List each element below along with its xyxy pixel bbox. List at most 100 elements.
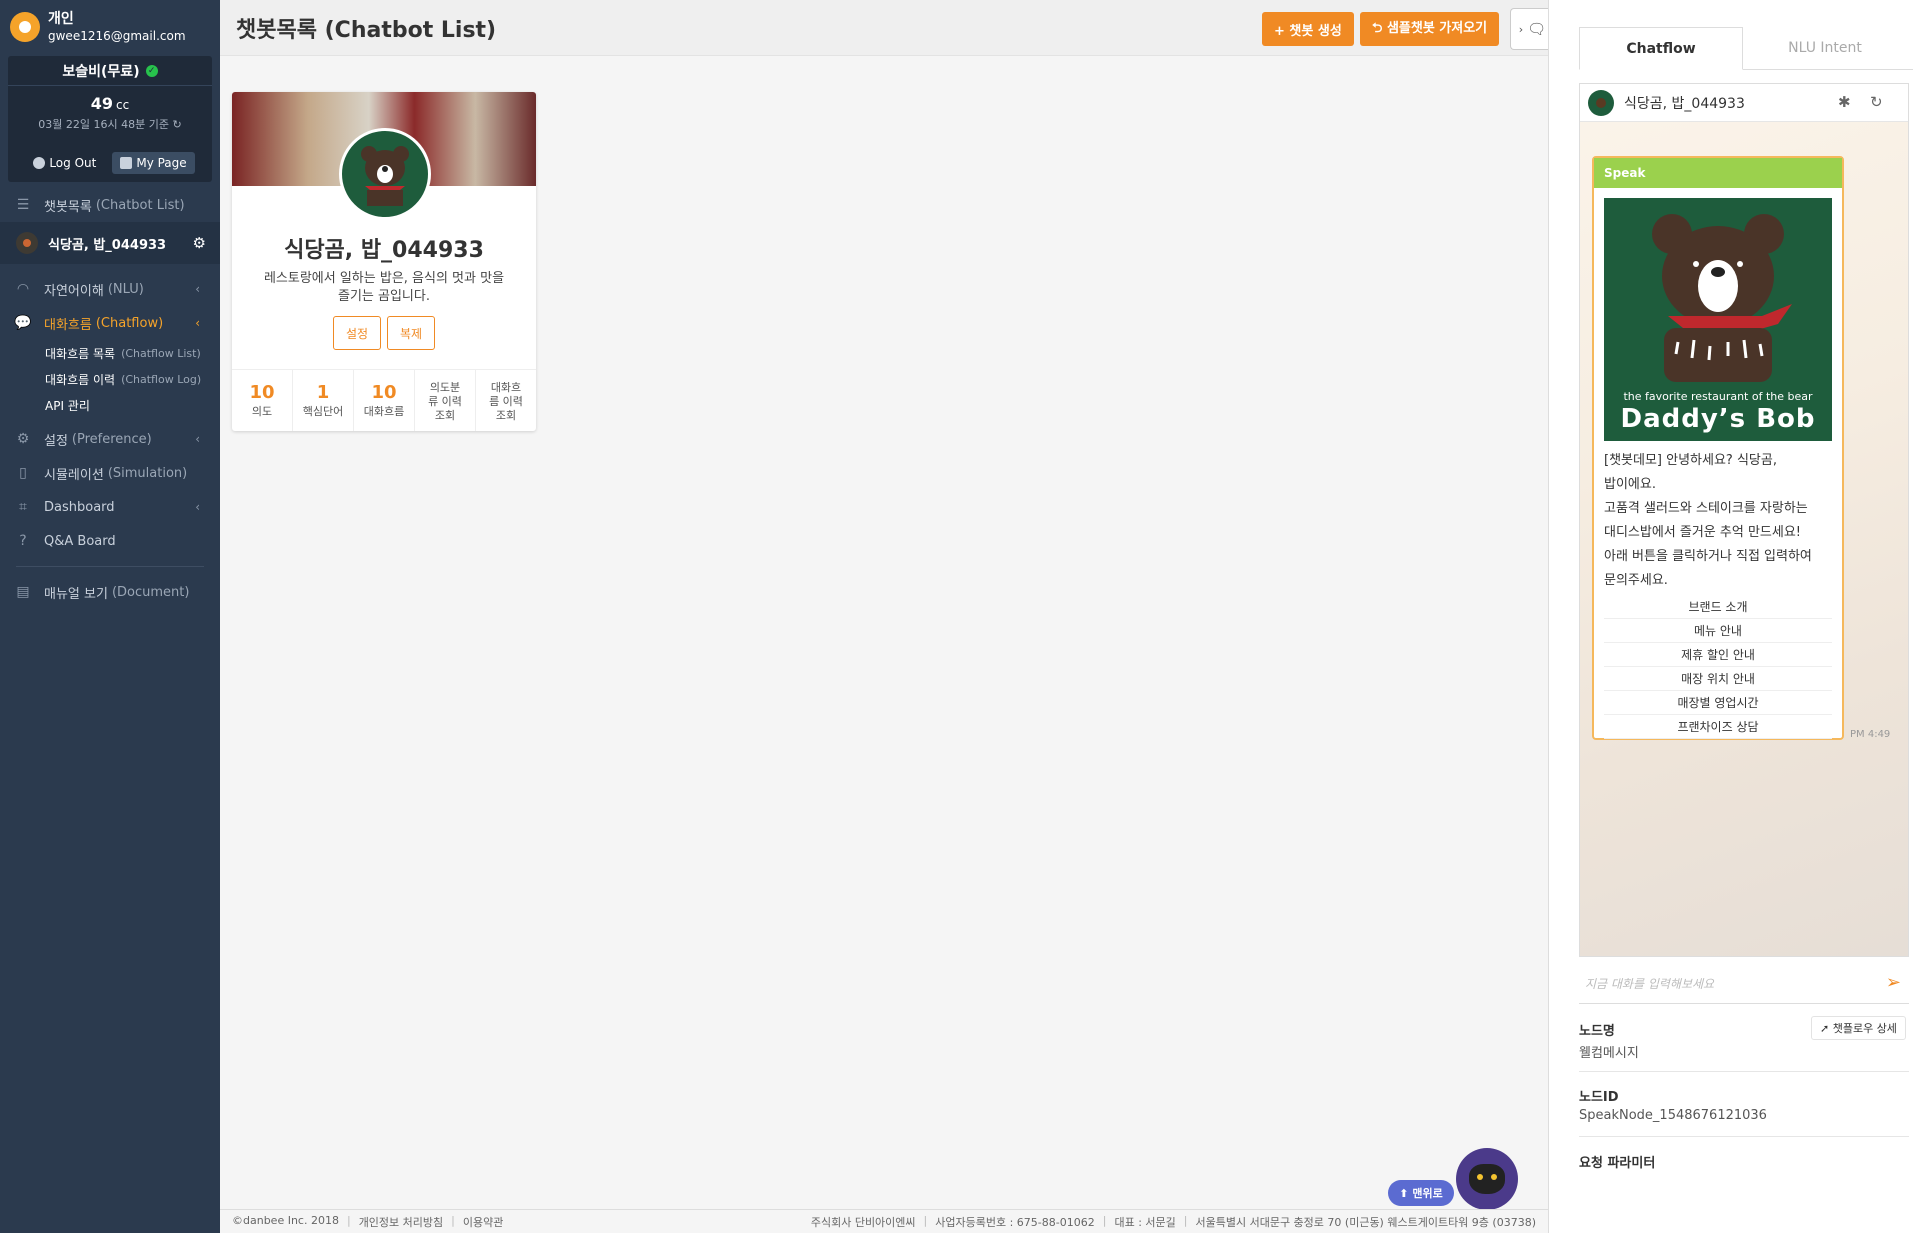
footer-biz-no: 사업자등록번호 : 675-88-01062	[935, 1215, 1095, 1229]
quick-replies: 브랜드 소개 메뉴 안내 제휴 할인 안내 매장 위치 안내 매장별 영업시간 …	[1604, 595, 1832, 739]
chat-icon: 🗨	[1527, 20, 1547, 38]
speak-label: Speak	[1594, 158, 1842, 188]
sidebar-item-current-bot[interactable]: 식당곰, 밥_044933 ⚙	[0, 222, 220, 264]
image-caption-small: the favorite restaurant of the bear	[1623, 390, 1813, 403]
footer: ©danbee Inc. 2018 | 개인정보 처리방침 | 이용약관 주식회사 …	[220, 1209, 1548, 1233]
node-id-label: 노드ID	[1579, 1090, 1619, 1105]
chat-bot-name: 식당곰, 밥_044933	[1624, 95, 1745, 112]
question-icon: ?	[19, 533, 27, 549]
chat-window: 식당곰, 밥_044933 ✱ ↻ Speak the favorite res…	[1579, 83, 1909, 957]
welcome-message: [챗봇데모] 안녕하세요? 식당곰, 밥이에요. 고품격 샐러드와 스테이크를 …	[1604, 453, 1812, 588]
sidebar-item-dashboard[interactable]: ⌗ Dashboard ‹	[0, 490, 220, 524]
sidebar-item-chatbot-list[interactable]: ☰ 챗봇목록 (Chatbot List)	[0, 188, 220, 222]
stat-chatflow[interactable]: 10 대화흐름	[354, 370, 415, 431]
danbee-logo-icon	[10, 12, 40, 42]
tab-nlu-intent[interactable]: NLU Intent	[1743, 27, 1907, 69]
info-divider	[1579, 1136, 1909, 1137]
bear-avatar	[339, 128, 431, 220]
page-title: 챗봇목록 (Chatbot List)	[236, 17, 497, 43]
chevron-down-icon: ‹	[195, 316, 200, 330]
card-settings-button[interactable]: 설정	[333, 316, 381, 350]
credit-info: 49 cc 03월 22일 16시 48분 기준 ↻	[8, 86, 212, 146]
cat-icon	[1469, 1164, 1505, 1194]
bot-avatar	[1588, 89, 1614, 116]
footer-privacy-link[interactable]: 개인정보 처리방침	[359, 1214, 443, 1230]
plan-label: 보슬비(무료)	[62, 63, 140, 80]
tab-chatflow[interactable]: Chatflow	[1579, 27, 1743, 70]
mypage-icon	[120, 157, 133, 169]
stat-intent[interactable]: 10 의도	[232, 370, 293, 431]
stat-intent-log[interactable]: 의도분류 이력조회	[415, 370, 476, 431]
sidebar-item-preference[interactable]: ⚙ 설정 (Preference) ‹	[0, 422, 220, 456]
chevron-right-icon: ›	[1518, 22, 1524, 36]
profile-header: 개인 gwee1216@gmail.com	[0, 0, 220, 54]
node-name-label: 노드명	[1579, 1024, 1615, 1039]
sidebar-subitem-api[interactable]: API 관리	[0, 392, 220, 418]
sidebar: 개인 gwee1216@gmail.com 보슬비(무료) ✓ 49 cc 03월…	[0, 0, 220, 1233]
quick-reply-button[interactable]: 메뉴 안내	[1604, 619, 1832, 643]
footer-copyright: ©danbee Inc. 2018	[232, 1213, 339, 1227]
check-icon: ✓	[145, 64, 158, 77]
sidebar-item-nlu[interactable]: ◠ 자연어이해 (NLU) ‹	[0, 272, 220, 306]
create-chatbot-button[interactable]: + 챗봇 생성	[1262, 12, 1354, 46]
bot-avatar	[16, 232, 38, 254]
mypage-button[interactable]: My Page	[112, 152, 195, 174]
book-icon: ▤	[16, 584, 30, 600]
import-sample-button[interactable]: ⮌ 샘플챗봇 가져오기	[1360, 12, 1500, 46]
sidebar-item-chatflow[interactable]: 💬 대화흐름 (Chatflow) ‹	[0, 306, 220, 340]
list-icon: ☰	[16, 197, 30, 213]
quick-reply-button[interactable]: 제휴 할인 안내	[1604, 643, 1832, 667]
card-title: 식당곰, 밥_044933	[284, 238, 484, 263]
sidebar-subitem-chatflow-list[interactable]: 대화흐름 목록 (Chatflow List)	[0, 340, 220, 366]
main-content: 챗봇목록 (Chatbot List) + 챗봇 생성 ⮌ 샘플챗봇 가져오기 …	[220, 0, 1554, 1233]
chat-test-panel: Chatflow NLU Intent 식당곰, 밥_044933 ✱ ↻ Sp…	[1548, 0, 1924, 1233]
send-icon[interactable]: ➢	[1886, 972, 1901, 993]
stat-keyword[interactable]: 1 핵심단어	[293, 370, 354, 431]
quick-reply-button[interactable]: 프랜차이즈 상담	[1604, 715, 1832, 739]
footer-ceo: 대표 : 서문길	[1114, 1215, 1176, 1229]
card-buttons: 설정 복제	[232, 316, 536, 350]
bug-icon[interactable]: ✱	[1838, 93, 1851, 111]
sidebar-item-simulation[interactable]: ▯ 시뮬레이션 (Simulation)	[0, 456, 220, 490]
account-email: gwee1216@gmail.com	[48, 29, 186, 43]
gear-icon[interactable]: ⚙	[193, 234, 206, 252]
credit-date: 03월 22일 16시 48분 기준 ↻	[38, 118, 182, 131]
chat-input[interactable]: 지금 대화를 입력해보세요 ➢	[1579, 964, 1909, 1004]
sidebar-item-qa[interactable]: ? Q&A Board	[0, 524, 220, 558]
node-name-value: 웰컴메시지	[1579, 1046, 1639, 1061]
quick-reply-button[interactable]: 브랜드 소개	[1604, 595, 1832, 619]
chat-bubbles-icon: 💬	[14, 315, 32, 331]
topbar: 챗봇목록 (Chatbot List) + 챗봇 생성 ⮌ 샘플챗봇 가져오기 …	[220, 0, 1554, 56]
plan-box: 보슬비(무료) ✓ 49 cc 03월 22일 16시 48분 기준 ↻ Log …	[8, 56, 212, 182]
sidebar-item-manual[interactable]: ▤ 매뉴얼 보기 (Document)	[0, 575, 220, 609]
plan-name: 보슬비(무료) ✓	[8, 56, 212, 86]
chatbot-card[interactable]: 식당곰, 밥_044933 레스토랑에서 일하는 밥은, 음식의 멋과 맛을 즐…	[232, 92, 536, 431]
chevron-left-icon: ‹	[195, 282, 200, 296]
chart-board-icon: ⌗	[19, 499, 27, 515]
card-copy-button[interactable]: 복제	[387, 316, 435, 350]
refresh-icon[interactable]: ↻	[1870, 93, 1883, 111]
auth-row: Log Out My Page	[8, 146, 212, 182]
footer-company: 주식회사 단비아이엔씨	[810, 1215, 916, 1229]
stat-chatflow-log[interactable]: 대화흐름 이력조회	[476, 370, 536, 431]
logout-button[interactable]: Log Out	[25, 152, 104, 174]
quick-reply-button[interactable]: 매장 위치 안내	[1604, 667, 1832, 691]
credit-value: 49	[90, 94, 114, 113]
info-divider	[1579, 1071, 1909, 1072]
footer-address: 서울특별시 서대문구 충정로 70 (미근동) 웨스트게이트타워 9층 (037…	[1195, 1215, 1536, 1229]
cat-chatbot-launcher[interactable]	[1456, 1148, 1518, 1210]
message-time: PM 4:49	[1850, 729, 1891, 740]
gears-icon: ⚙	[16, 431, 30, 447]
mobile-icon: ▯	[19, 465, 27, 481]
chatflow-detail-button[interactable]: ➚ 챗플로우 상세	[1811, 1016, 1906, 1040]
footer-terms-link[interactable]: 이용약관	[463, 1214, 503, 1230]
refresh-icon[interactable]: ↻	[172, 118, 181, 131]
scroll-top-button[interactable]: ⬆ 맨위로	[1388, 1180, 1454, 1206]
panel-tabs: Chatflow NLU Intent	[1579, 27, 1913, 70]
sidebar-subitem-chatflow-log[interactable]: 대화흐름 이력 (Chatflow Log)	[0, 366, 220, 392]
chat-header: 식당곰, 밥_044933 ✱ ↻	[1580, 84, 1908, 122]
chevron-left-icon: ‹	[195, 432, 200, 446]
request-params-label: 요청 파라미터	[1579, 1156, 1656, 1171]
quick-reply-button[interactable]: 매장별 영업시간	[1604, 691, 1832, 715]
node-id-value: SpeakNode_1548676121036	[1579, 1108, 1767, 1123]
